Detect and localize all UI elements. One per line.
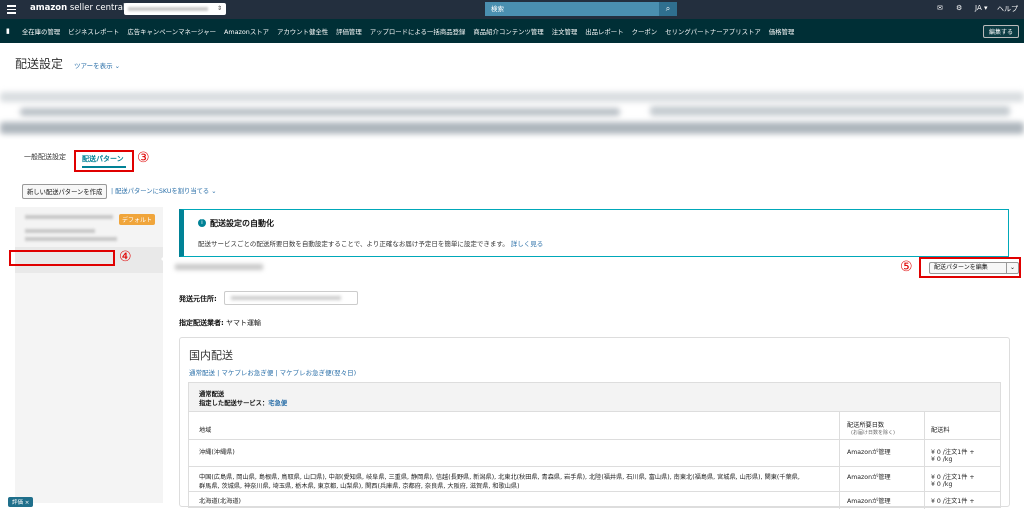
from-address-field [224,291,358,305]
nav-item[interactable]: 価格管理 [769,27,795,36]
nav-item[interactable]: クーポン [632,27,658,36]
nav-item[interactable]: 注文管理 [552,27,578,36]
table-row: 沖縄(沖縄県) [199,449,235,456]
info-banner: i 配送設定の自動化 配送サービスごとの配送所要日数を自動設定することで、より正… [179,209,1009,257]
annotation-5: ⑤ [900,259,913,275]
fee-cell: ¥ 0 /注文1件 + [931,449,975,456]
menu-icon[interactable] [7,5,16,14]
feedback-badge[interactable]: 評価 × [8,497,34,507]
shipping-table: 通常配送 指定した配送サービス：宅急便 地域 配送所要日数 (お届け日数を除く)… [188,382,1001,509]
nav-item[interactable]: 商品紹介コンテンツ管理 [473,27,543,36]
fee-cell: ¥ 0 /kg [931,481,953,488]
col-fee-header: 配送料 [931,427,950,434]
highlight-box-4 [9,250,115,266]
search-button[interactable]: ⌕ [659,2,677,16]
gear-icon[interactable]: ⚙ [956,4,962,12]
language-selector[interactable]: JA ▾ [975,4,987,12]
col-days-sub: (お届け日数を除く) [851,430,895,436]
nav-item[interactable]: Amazonストア [224,27,269,36]
days-cell: Amazonが管理 [847,449,891,456]
domestic-shipping-panel: 国内配送 通常配送 | マケプレお急ぎ便 | マケプレお急ぎ便(翌々日) 通常配… [179,337,1010,509]
section-header: 通常配送 指定した配送サービス：宅急便 [189,383,1000,412]
list-item[interactable] [25,229,95,233]
pattern-name-blurred [175,264,263,270]
days-cell: Amazonが管理 [847,474,891,481]
chevron-updown-icon: ⇕ [216,5,222,12]
marketplace-selector[interactable]: ⇕ [124,3,226,15]
selection-arrow [161,254,166,264]
fee-cell: ¥ 0 /注文1件 + [931,474,975,481]
chevron-down-icon[interactable]: ⌄ [1006,263,1018,273]
top-bar: amazon seller central ⇕ 検索 ⌕ ✉ ⚙ JA ▾ ヘル… [0,0,1024,19]
edit-nav-button[interactable]: 編集する [982,25,1019,38]
nav-item[interactable]: セリングパートナーアプリストア [665,27,761,36]
days-cell: Amazonが管理 [847,498,891,505]
nav-item[interactable]: 評価管理 [336,27,362,36]
carrier-line: 指定配送業者: ヤマト運輸 [179,319,262,327]
blurred-banner [0,84,1024,140]
table-row: 中国(広島県, 岡山県, 島根県, 鳥取県, 山口県), 中部(愛知県, 岐阜県… [199,474,800,481]
annotation-3: ③ [137,150,150,166]
tab-shipping-patterns[interactable]: 配送パターン [74,150,134,172]
help-link[interactable]: ヘルプ [997,4,1018,14]
fee-cell: ¥ 0 /kg [931,456,953,463]
nav-item[interactable]: アカウント健全性 [277,27,328,36]
mail-icon[interactable]: ✉ [937,4,943,12]
info-body: 配送サービスごとの配送所要日数を自動設定することで、より正確なお届け予定日を簡単… [198,240,544,248]
domestic-title: 国内配送 [189,349,233,362]
seller-central-logo[interactable]: amazon seller central [30,3,125,13]
nav-item[interactable]: 全在庫の管理 [22,27,60,36]
new-pattern-button[interactable]: 新しい配送パターンを作成 [22,184,108,199]
nav-item[interactable]: 広告キャンペーンマネージャー [127,27,216,36]
page-title: 配送設定 [15,57,64,71]
shipping-type-links[interactable]: 通常配送 | マケプレお急ぎ便 | マケプレお急ぎ便(翌々日) [189,367,356,377]
learn-more-link[interactable]: 詳しく見る [511,240,544,248]
tab-general-settings[interactable]: 一般配送設定 [24,152,66,162]
list-item[interactable] [25,237,117,241]
col-days-header: 配送所要日数 [847,422,885,429]
nav-item[interactable]: 出品レポート [585,27,623,36]
info-icon: i [198,219,206,227]
table-row: 北海道(北海道) [199,498,241,505]
nav-item[interactable]: アップロードによる一括商品登録 [370,27,466,36]
nav-item[interactable]: ビジネスレポート [68,27,119,36]
fee-cell: ¥ 0 /注文1件 + [931,498,975,505]
col-region-header: 地域 [199,427,212,434]
bookmark-icon[interactable]: ▮ [6,27,10,35]
search-input[interactable]: 検索 [485,2,659,16]
region-cell: 群馬県, 茨城県, 神奈川県, 埼玉県, 栃木県, 東京都, 山梨県), 関西(… [199,483,520,490]
search-icon: ⌕ [665,4,671,13]
assign-sku-link[interactable]: | 配送パターンにSKUを割り当てる ⌄ [111,186,217,195]
nav-bar: ▮ 全在庫の管理 ビジネスレポート 広告キャンペーンマネージャー Amazonス… [0,19,1024,43]
tour-link[interactable]: ツアーを表示 ⌄ [74,60,120,70]
list-item[interactable] [25,215,113,219]
from-address-label: 発送元住所: [179,295,217,303]
annotation-4: ④ [119,249,132,265]
info-heading: 配送設定の自動化 [210,219,274,228]
default-badge: デフォルト [119,214,156,225]
edit-pattern-button[interactable]: 配送パターンを編集 ⌄ [929,262,1019,274]
